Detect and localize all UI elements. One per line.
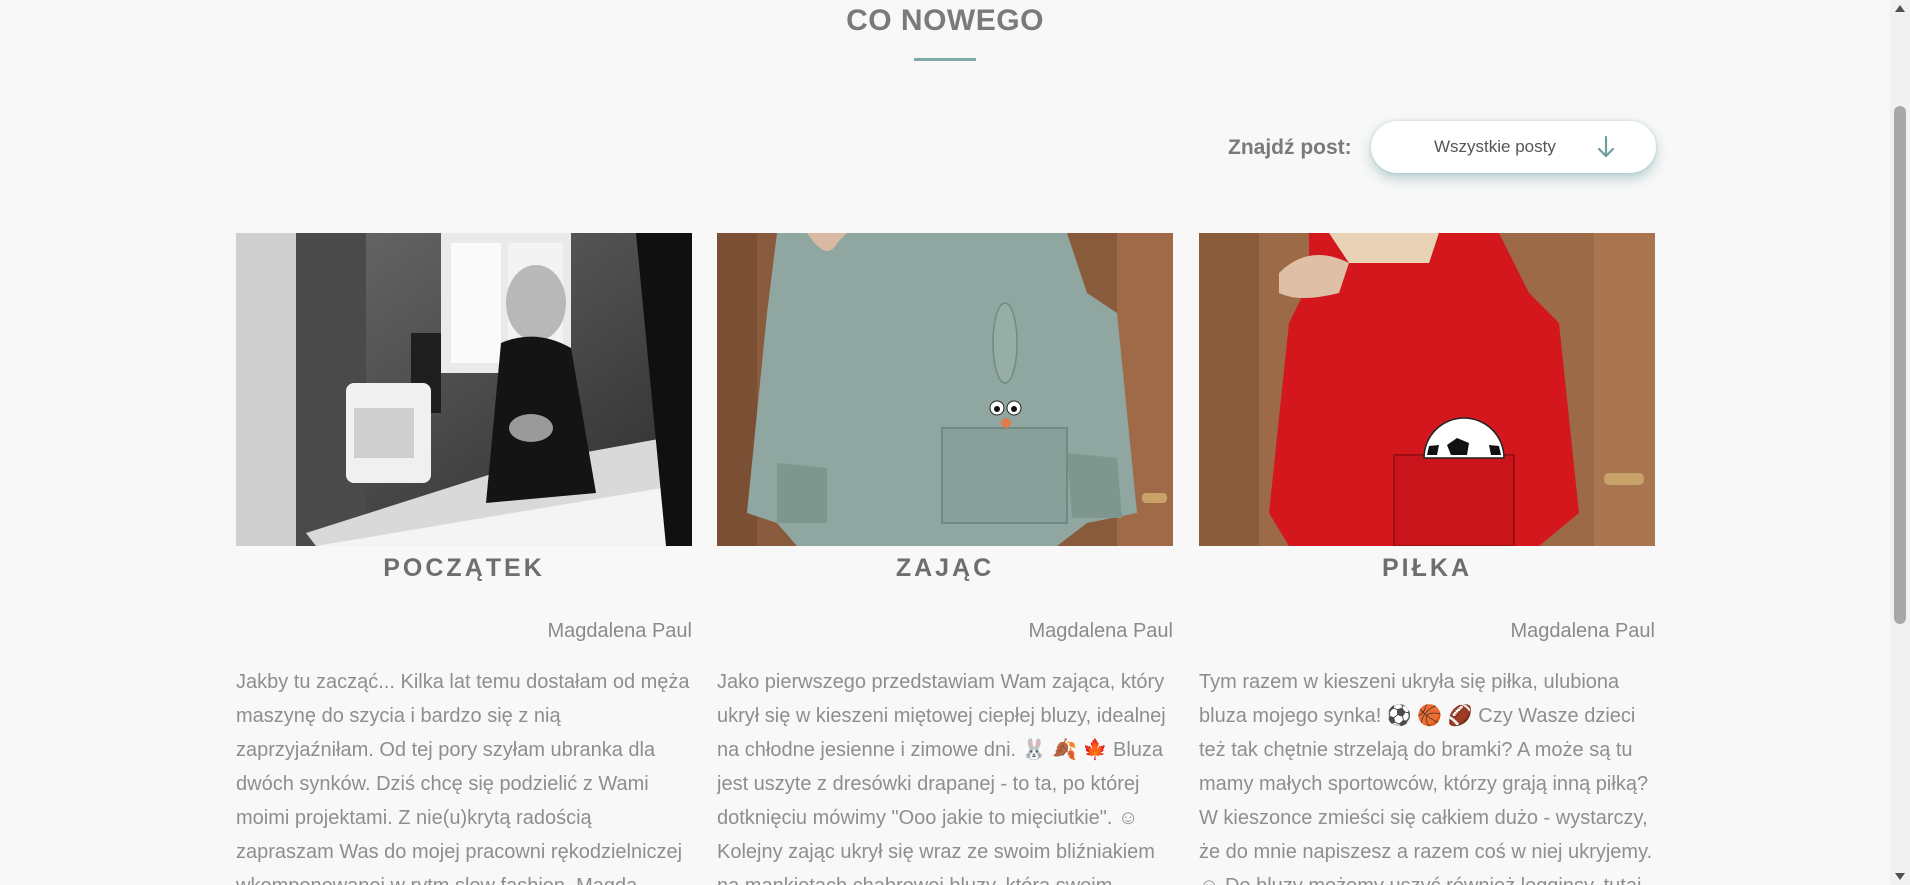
arrow-down-icon [1597,135,1615,158]
section-title: CO NOWEGO [846,4,1044,37]
title-underline [914,58,976,61]
scroll-down-arrow-icon[interactable] [1893,869,1907,883]
vertical-scrollbar[interactable] [1890,0,1910,885]
post-excerpt: Tym razem w kieszeni ukryła się piłka, u… [1199,671,1653,885]
post-image[interactable] [1199,233,1655,546]
scroll-up-arrow-icon[interactable] [1893,2,1907,16]
scrollbar-thumb[interactable] [1894,106,1906,624]
post-title[interactable]: POCZĄTEK [236,550,692,590]
post-excerpt: Jako pierwszego przedstawiam Wam zająca,… [717,671,1166,885]
post-card[interactable]: POCZĄTEK Magdalena Paul Jakby tu zacząć.… [236,233,692,885]
page: CO NOWEGO Znajdź post: Wszystkie posty P… [0,0,1910,885]
post-author: Magdalena Paul [547,620,692,642]
post-author: Magdalena Paul [1510,620,1655,642]
post-filter-selected: Wszystkie posty [1434,137,1556,156]
post-author: Magdalena Paul [1028,620,1173,642]
post-card[interactable]: PIŁKA Magdalena Paul Tym razem w kieszen… [1199,233,1655,885]
post-title[interactable]: ZAJĄC [717,550,1173,590]
post-image[interactable] [717,233,1173,546]
post-title[interactable]: PIŁKA [1199,550,1655,590]
filter-label: Znajdź post: [1228,136,1352,159]
post-filter-dropdown[interactable]: Wszystkie posty [1371,121,1656,173]
post-excerpt: Jakby tu zacząć... Kilka lat temu dostał… [236,671,690,885]
post-image[interactable] [236,233,692,546]
post-card[interactable]: ZAJĄC Magdalena Paul Jako pierwszego prz… [717,233,1173,885]
